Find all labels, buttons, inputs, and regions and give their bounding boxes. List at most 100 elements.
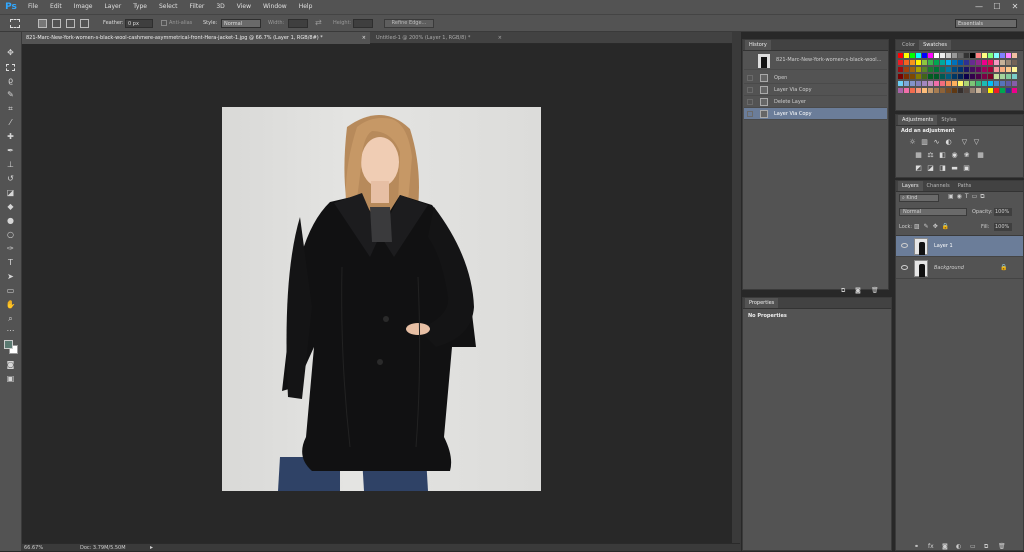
tab-properties[interactable]: Properties	[745, 298, 779, 308]
style-select[interactable]: Normal	[221, 19, 261, 28]
color-swatch[interactable]	[1000, 81, 1005, 86]
link-layers-icon[interactable]: ⚭	[914, 543, 919, 550]
color-swatch[interactable]	[952, 74, 957, 79]
color-swatch[interactable]	[988, 53, 993, 58]
path-selection-icon[interactable]: ➤	[3, 271, 18, 283]
color-swatch[interactable]	[1012, 67, 1017, 72]
color-swatch[interactable]	[988, 60, 993, 65]
delete-state-icon[interactable]: 🗑	[871, 287, 879, 294]
color-swatch[interactable]	[928, 53, 933, 58]
add-mask-icon[interactable]: ◙	[942, 543, 948, 550]
new-snapshot-icon[interactable]: ◙	[855, 287, 861, 294]
color-swatch[interactable]	[1000, 88, 1005, 93]
new-layer-icon[interactable]: ⧉	[984, 543, 988, 551]
color-swatch[interactable]	[946, 53, 951, 58]
color-swatch[interactable]	[952, 88, 957, 93]
more-tools-icon[interactable]: ⋯	[3, 325, 18, 337]
color-swatch[interactable]	[964, 74, 969, 79]
history-item-delete-layer[interactable]: Delete Layer	[744, 96, 887, 108]
color-swatch[interactable]	[970, 60, 975, 65]
minimize-button[interactable]: —	[970, 0, 988, 14]
subtract-selection-icon[interactable]	[66, 19, 75, 28]
color-swatch[interactable]	[994, 53, 999, 58]
color-swatch[interactable]	[904, 74, 909, 79]
color-swatch[interactable]	[976, 67, 981, 72]
color-swatch[interactable]	[922, 81, 927, 86]
dodge-tool-icon[interactable]: ○	[3, 229, 18, 241]
menu-help[interactable]: Help	[293, 0, 319, 14]
close-window-button[interactable]: ✕	[1006, 0, 1024, 14]
lasso-tool-icon[interactable]: ϱ	[3, 75, 18, 87]
menu-select[interactable]: Select	[153, 0, 184, 14]
color-swatch[interactable]	[988, 67, 993, 72]
menu-image[interactable]: Image	[68, 0, 99, 14]
color-swatch[interactable]	[970, 88, 975, 93]
color-swatch[interactable]	[916, 81, 921, 86]
color-swatch[interactable]	[910, 60, 915, 65]
color-swatch[interactable]	[976, 53, 981, 58]
color-swatch[interactable]	[898, 60, 903, 65]
color-swatch[interactable]	[940, 53, 945, 58]
document-canvas-image[interactable]	[222, 107, 541, 491]
foreground-color-swatch[interactable]	[4, 340, 13, 349]
color-swatch[interactable]	[958, 53, 963, 58]
color-swatch[interactable]	[904, 88, 909, 93]
menu-filter[interactable]: Filter	[184, 0, 211, 14]
clone-stamp-icon[interactable]: ⊥	[3, 159, 18, 171]
quick-mask-icon[interactable]: ◙	[3, 359, 18, 371]
color-swatch[interactable]	[922, 53, 927, 58]
color-swatch[interactable]	[922, 67, 927, 72]
color-swatch[interactable]	[940, 88, 945, 93]
layer-filter-kind[interactable]: ⌕ Kind	[899, 194, 939, 202]
color-swatch[interactable]	[922, 60, 927, 65]
color-swatch[interactable]	[1012, 81, 1017, 86]
channel-mixer-icon[interactable]: ❀	[962, 151, 971, 159]
color-swatch[interactable]	[898, 53, 903, 58]
color-swatch[interactable]	[928, 81, 933, 86]
layer-row-layer-1[interactable]: Layer 1	[896, 236, 1023, 257]
width-input[interactable]	[288, 19, 308, 28]
layer-style-icon[interactable]: fx	[928, 543, 934, 550]
color-swatch[interactable]	[928, 74, 933, 79]
eraser-icon[interactable]: ◪	[3, 187, 18, 199]
color-swatch[interactable]	[910, 67, 915, 72]
color-swatch[interactable]	[964, 67, 969, 72]
color-swatch[interactable]	[1000, 74, 1005, 79]
color-swatch[interactable]	[946, 88, 951, 93]
color-swatch[interactable]	[916, 74, 921, 79]
color-swatch[interactable]	[1006, 67, 1011, 72]
zoom-level[interactable]: 66.67%	[24, 545, 43, 551]
color-balance-icon[interactable]: ⚖	[926, 151, 935, 159]
document-tab-untitled[interactable]: Untitled-1 @ 200% (Layer 1, RGB/8) * ×	[372, 32, 506, 44]
color-swatch[interactable]	[910, 88, 915, 93]
color-swatch[interactable]	[1006, 74, 1011, 79]
gradient-map-icon[interactable]: ▬	[950, 164, 959, 172]
delete-layer-icon[interactable]: 🗑	[998, 543, 1006, 550]
opacity-input[interactable]: 100%	[994, 208, 1012, 216]
new-document-from-state-icon[interactable]: ⧉	[841, 287, 845, 295]
color-swatch[interactable]	[994, 74, 999, 79]
color-swatch[interactable]	[958, 88, 963, 93]
menu-layer[interactable]: Layer	[98, 0, 127, 14]
history-item-layer-via-copy[interactable]: Layer Via Copy	[744, 84, 887, 96]
color-swatch[interactable]	[952, 53, 957, 58]
color-swatch[interactable]	[964, 88, 969, 93]
color-swatch[interactable]	[964, 81, 969, 86]
color-swatch[interactable]	[904, 81, 909, 86]
color-swatch[interactable]	[958, 74, 963, 79]
color-swatch[interactable]	[910, 81, 915, 86]
tab-history[interactable]: History	[745, 40, 771, 50]
color-swatch[interactable]	[1006, 88, 1011, 93]
selective-color-icon[interactable]: ▣	[962, 164, 971, 172]
visibility-eye-icon[interactable]	[901, 243, 908, 248]
tab-channels[interactable]: Channels	[923, 181, 954, 191]
color-swatch[interactable]	[946, 74, 951, 79]
color-swatch[interactable]	[970, 74, 975, 79]
color-swatch[interactable]	[898, 81, 903, 86]
color-swatch[interactable]	[1006, 81, 1011, 86]
color-swatch[interactable]	[1012, 88, 1017, 93]
color-swatch[interactable]	[940, 60, 945, 65]
screen-mode-icon[interactable]: ▣	[3, 373, 18, 385]
color-swatch[interactable]	[988, 88, 993, 93]
color-swatch[interactable]	[916, 67, 921, 72]
